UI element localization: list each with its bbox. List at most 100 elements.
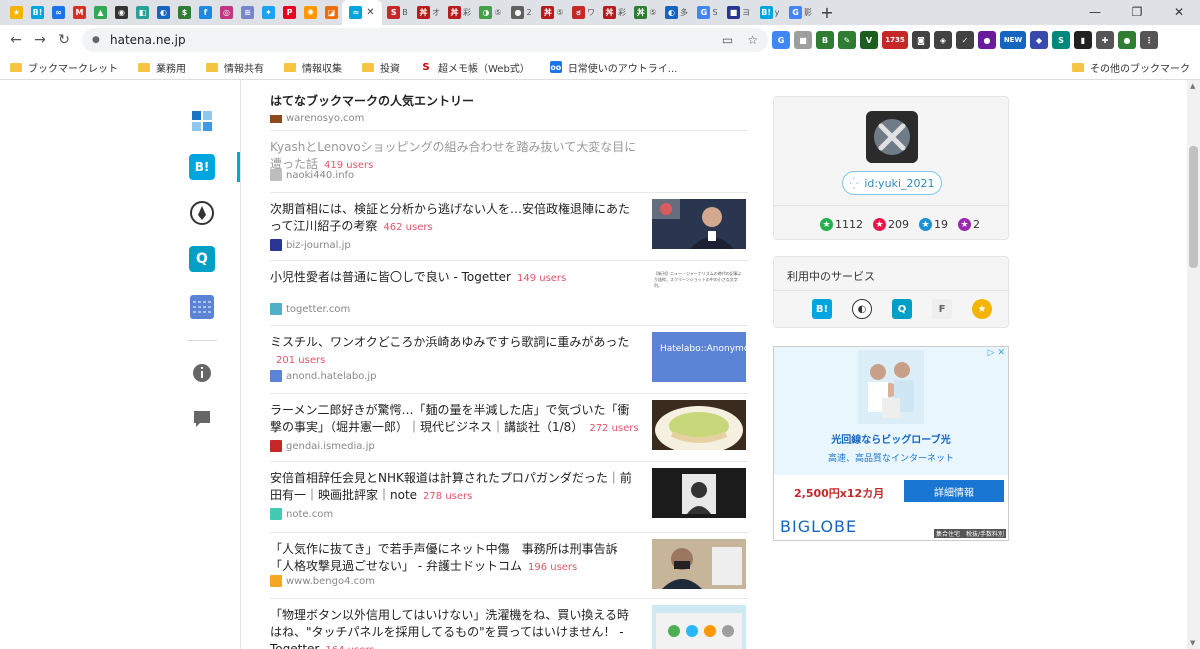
ad-details-button[interactable]: 詳細情報	[904, 480, 1004, 502]
evernote-icon[interactable]: ✎	[838, 31, 856, 49]
browser-tab[interactable]: ಠワ	[568, 0, 599, 25]
feather-icon[interactable]: S	[1052, 31, 1070, 49]
entry-thumbnail[interactable]: Hatelabo::AnonymousDiary	[652, 332, 746, 382]
entry-title[interactable]: ラーメン二郎好きが驚愕…「麺の量を半減した店」で気づいた「衝撃の事実」（堀井憲一…	[270, 402, 640, 437]
info-icon[interactable]	[189, 360, 215, 386]
profile-icon[interactable]: ●	[1118, 31, 1136, 49]
hatena-blog-icon[interactable]	[189, 200, 215, 226]
star-count[interactable]: ★ 1112	[820, 218, 863, 231]
scrollbar[interactable]: ▲ ▼	[1187, 80, 1200, 649]
entry-domain[interactable]: naoki440.info	[286, 170, 354, 181]
browser-tab[interactable]: P	[279, 0, 300, 25]
entry-title[interactable]: 安倍首相辞任会見とNHK報道は計算されたプロパガンダだった｜前田有一｜映画批評家…	[270, 470, 640, 505]
entry-row[interactable]: 次期首相には、検証と分析から逃げない人を…安倍政権退陣にあたって江川紹子の考察 4…	[270, 192, 748, 260]
entry-thumbnail[interactable]	[652, 539, 746, 589]
shield-icon[interactable]: ◈	[934, 31, 952, 49]
new-tab-button[interactable]: +	[816, 0, 838, 25]
browser-tab[interactable]: ◐ 多	[661, 0, 692, 25]
bookmark-item[interactable]: 情報収集	[284, 60, 342, 75]
entry-row[interactable]: 安倍首相辞任会見とNHK報道は計算されたプロパガンダだった｜前田有一｜映画批評家…	[270, 461, 748, 532]
browser-tab[interactable]: M	[69, 0, 90, 25]
comment-icon[interactable]: ◆	[1030, 31, 1048, 49]
browser-tab[interactable]: B!	[27, 0, 48, 25]
back-button[interactable]: ←	[4, 32, 28, 48]
entry-thumbnail[interactable]	[652, 199, 746, 249]
hatena-logo-icon[interactable]	[189, 108, 215, 134]
user-count[interactable]: 272 users	[589, 423, 638, 434]
entry-title-text[interactable]: 次期首相には、検証と分析から逃げない人を…安倍政権退陣にあたって江川紹子の考察	[270, 202, 630, 233]
hatena-star-icon[interactable]: ★	[972, 299, 992, 319]
hatena-diary-icon[interactable]	[189, 294, 215, 320]
entry-title[interactable]: ミスチル、ワンオクどころか浜崎あゆみですら歌詞に重みがあった 201 users	[270, 334, 640, 369]
counter-icon[interactable]: 1735	[882, 31, 908, 49]
scroll-thumb[interactable]	[1189, 146, 1198, 268]
puzzle-icon[interactable]: ✚	[1096, 31, 1114, 49]
entry-domain[interactable]: warenosyo.com	[286, 113, 364, 124]
star-count[interactable]: ★ 209	[873, 218, 909, 231]
browser-tab[interactable]: 丼彩	[444, 0, 475, 25]
star-count[interactable]: ★ 2	[958, 218, 980, 231]
restore-button[interactable]: ❐	[1116, 0, 1158, 25]
browser-tab[interactable]: SB	[382, 0, 413, 25]
entry-title[interactable]: 次期首相には、検証と分析から逃げない人を…安倍政権退陣にあたって江川紹子の考察 4…	[270, 201, 640, 236]
browser-tab[interactable]: 丼⑤	[630, 0, 661, 25]
user-count[interactable]: 278 users	[423, 491, 472, 502]
hatena-bookmark-icon[interactable]: B!	[812, 299, 832, 319]
entry-title-text[interactable]: 「物理ボタン以外信用してはいけない」洗濯機をね、買い換える時はね、"タッチパネル…	[270, 608, 629, 649]
entry-row[interactable]: ラーメン二郎好きが驚愕…「麺の量を半減した店」で気づいた「衝撃の事実」（堀井憲一…	[270, 393, 748, 461]
bookmark-item[interactable]: 情報共有	[206, 60, 264, 75]
browser-tab[interactable]: ◑ ⑤	[475, 0, 506, 25]
entry-row[interactable]: 「人気作に抜てき」で若手声優にネット中傷 事務所は刑事告訴「人格攻撃見過ごせない…	[270, 532, 748, 598]
url-text[interactable]: hatena.ne.jp	[110, 33, 186, 47]
browser-tab[interactable]: ★	[6, 0, 27, 25]
entry-row[interactable]: 小児性愛者は普通に皆〇しで良い - Togetter 149 users toget…	[270, 260, 748, 325]
bookmark-item[interactable]: 投資	[362, 60, 400, 75]
star-count[interactable]: ★ 19	[919, 218, 948, 231]
browser-tab[interactable]: ≋	[237, 0, 258, 25]
user-count[interactable]: 196 users	[528, 562, 577, 573]
entry-domain[interactable]: gendai.ismedia.jp	[286, 441, 375, 452]
entry-domain[interactable]: note.com	[286, 509, 333, 520]
user-count[interactable]: 164 users	[325, 645, 374, 649]
user-count[interactable]: 149 users	[517, 273, 566, 284]
browser-tab[interactable]: ◉	[111, 0, 132, 25]
entry-title-text[interactable]: ミスチル、ワンオクどころか浜崎あゆみですら歌詞に重みがあった	[270, 335, 629, 349]
entry-domain[interactable]: biz-journal.jp	[286, 240, 351, 251]
reload-button[interactable]: ↻	[52, 32, 76, 48]
browser-tab[interactable]: G影	[785, 0, 816, 25]
scroll-up-icon[interactable]: ▲	[1190, 82, 1195, 90]
browser-tab[interactable]: ■ ヨ	[723, 0, 754, 25]
entry-title[interactable]: 小児性愛者は普通に皆〇しで良い - Togetter 149 users	[270, 269, 640, 287]
reading-mode-icon[interactable]: ▭	[722, 33, 733, 47]
ext-1-icon[interactable]: ■	[794, 31, 812, 49]
other-bookmarks[interactable]: その他のブックマーク	[1072, 60, 1190, 75]
translate-icon[interactable]: G	[772, 31, 790, 49]
address-bar[interactable]: ● hatena.ne.jp ▭ ☆	[82, 28, 768, 52]
hatena-q-icon[interactable]: Q	[189, 246, 215, 272]
entry-title[interactable]: 「物理ボタン以外信用してはいけない」洗濯機をね、買い換える時はね、"タッチパネル…	[270, 607, 640, 649]
browser-tab[interactable]: $	[174, 0, 195, 25]
chat-icon[interactable]: ◙	[912, 31, 930, 49]
bookmark-item[interactable]: oo 日常使いのアウトライ...	[549, 60, 677, 75]
advertisement[interactable]: 光回線ならビッグローブ光 高速、高品質なインターネット ▷ ✕ 2,500円x1…	[773, 346, 1009, 541]
browser-tab[interactable]: ◐	[153, 0, 174, 25]
feedback-icon[interactable]	[189, 406, 215, 432]
entry-thumbnail[interactable]	[652, 468, 746, 518]
entry-row[interactable]: 「物理ボタン以外信用してはいけない」洗濯機をね、買い換える時はね、"タッチパネル…	[270, 598, 748, 649]
book-icon[interactable]: ▮	[1074, 31, 1092, 49]
entry-domain[interactable]: anond.hatelabo.jp	[286, 371, 377, 382]
browser-tab-active[interactable]: ≈ ✕	[342, 0, 382, 25]
entry-thumbnail[interactable]	[652, 605, 746, 649]
browser-tab[interactable]: ∞	[48, 0, 69, 25]
browser-tab[interactable]: ✺	[300, 0, 321, 25]
avatar[interactable]	[866, 111, 918, 163]
browser-tab[interactable]: B! y	[754, 0, 785, 25]
dots-icon[interactable]: ●	[978, 31, 996, 49]
hatena-f-icon[interactable]: F	[932, 299, 952, 319]
bookmark-star-icon[interactable]: ☆	[747, 33, 758, 47]
entry-row[interactable]: ミスチル、ワンオクどころか浜崎あゆみですら歌詞に重みがあった 201 users a…	[270, 325, 748, 393]
bookmark-item[interactable]: ブックマークレット	[10, 60, 118, 75]
ext-2-icon[interactable]: B	[816, 31, 834, 49]
hatena-bookmark-icon[interactable]: B!	[189, 154, 215, 180]
menu-icon[interactable]: ⋮	[1140, 31, 1158, 49]
